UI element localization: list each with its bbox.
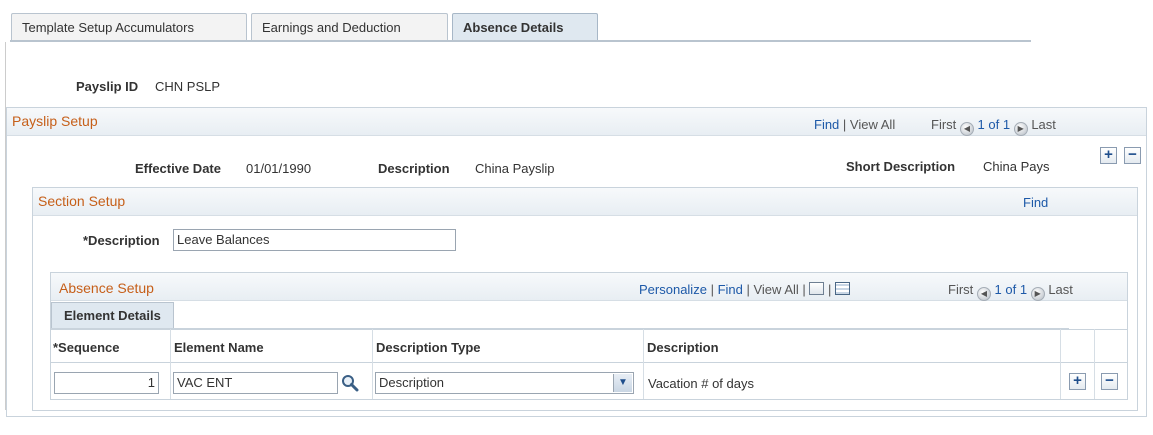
- section-find-link[interactable]: Find: [1023, 195, 1048, 210]
- minus-icon[interactable]: −: [1124, 147, 1141, 164]
- absence-view-all-link[interactable]: View All: [753, 282, 798, 297]
- absence-last-link[interactable]: Last: [1048, 282, 1073, 297]
- col-description: Description: [647, 340, 719, 355]
- magnifier-icon[interactable]: [341, 374, 359, 392]
- absence-first-link[interactable]: First: [948, 282, 973, 297]
- tab-label: Template Setup Accumulators: [22, 20, 194, 35]
- section-description-label: *Description: [83, 233, 160, 248]
- plus-icon[interactable]: +: [1100, 147, 1117, 164]
- col-sequence: *Sequence: [53, 340, 120, 355]
- payslip-id-label: Payslip ID: [76, 79, 139, 94]
- col-divider: [372, 329, 373, 399]
- next-arrow-icon[interactable]: ▶: [1030, 287, 1045, 301]
- next-arrow-icon[interactable]: ▶: [1013, 122, 1028, 136]
- tab-label: Absence Details: [463, 20, 564, 35]
- find-link[interactable]: Find: [814, 117, 839, 132]
- tab-template-setup-accumulators[interactable]: Template Setup Accumulators: [11, 13, 247, 41]
- payslip-setup-title: Payslip Setup: [12, 113, 98, 129]
- minus-icon[interactable]: −: [1101, 373, 1118, 390]
- col-divider: [1094, 329, 1095, 399]
- description-value: China Payslip: [475, 161, 555, 176]
- previous-arrow-icon[interactable]: ◀: [976, 287, 991, 301]
- short-description-label: Short Description: [846, 159, 956, 174]
- absence-setup-nav: Personalize | Find | View All | |: [639, 282, 851, 297]
- section-setup-header: [33, 188, 1137, 216]
- description-type-value: Description: [379, 375, 445, 390]
- section-setup-group: Section Setup Find *Description Leave Ba…: [32, 187, 1138, 411]
- effective-date-label: Effective Date: [135, 161, 221, 176]
- short-description-value: China Pays: [983, 159, 1050, 174]
- zoom-grid-icon[interactable]: [809, 282, 825, 295]
- last-link[interactable]: Last: [1031, 117, 1056, 132]
- col-divider: [170, 329, 171, 399]
- plus-icon[interactable]: +: [1069, 373, 1086, 390]
- spreadsheet-icon[interactable]: [835, 282, 851, 295]
- payslip-setup-group: Payslip Setup Find | View All First ◀ 1 …: [6, 107, 1147, 417]
- chevron-down-icon[interactable]: ▼: [613, 374, 632, 392]
- tab-underline: [10, 40, 1031, 42]
- row-count: 1 of 1: [977, 117, 1011, 132]
- view-all-link[interactable]: View All: [850, 117, 895, 132]
- col-element-name: Element Name: [174, 340, 264, 355]
- section-description-input[interactable]: Leave Balances: [173, 229, 456, 251]
- col-divider: [643, 329, 644, 399]
- absence-find-link[interactable]: Find: [718, 282, 743, 297]
- absence-setup-group: Absence Setup Personalize | Find | View …: [50, 272, 1128, 400]
- col-description-type: Description Type: [376, 340, 481, 355]
- personalize-link[interactable]: Personalize: [639, 282, 707, 297]
- first-link[interactable]: First: [931, 117, 956, 132]
- tab-label: Earnings and Deduction: [262, 20, 401, 35]
- col-divider: [1060, 329, 1061, 399]
- absence-row-count: 1 of 1: [994, 282, 1028, 297]
- previous-arrow-icon[interactable]: ◀: [959, 122, 974, 136]
- absence-setup-title: Absence Setup: [59, 280, 154, 296]
- description-label: Description: [378, 161, 450, 176]
- sequence-input[interactable]: 1: [54, 372, 159, 394]
- tab-element-details[interactable]: Element Details: [51, 302, 174, 328]
- payslip-setup-nav: Find | View All: [814, 117, 896, 132]
- payslip-id-value: CHN PSLP: [155, 79, 221, 94]
- tab-absence-details[interactable]: Absence Details: [452, 13, 598, 41]
- section-setup-title: Section Setup: [38, 193, 126, 209]
- absence-setup-pager: First ◀ 1 of 1 ▶ Last: [948, 282, 1073, 301]
- effective-date-value: 01/01/1990: [246, 161, 312, 176]
- tab-earnings-and-deduction[interactable]: Earnings and Deduction: [251, 13, 448, 41]
- description-type-select[interactable]: Description ▼: [375, 372, 634, 394]
- row-description: Vacation # of days: [648, 376, 754, 391]
- element-name-input[interactable]: VAC ENT: [173, 372, 338, 394]
- payslip-setup-pager: First ◀ 1 of 1 ▶ Last: [931, 117, 1056, 136]
